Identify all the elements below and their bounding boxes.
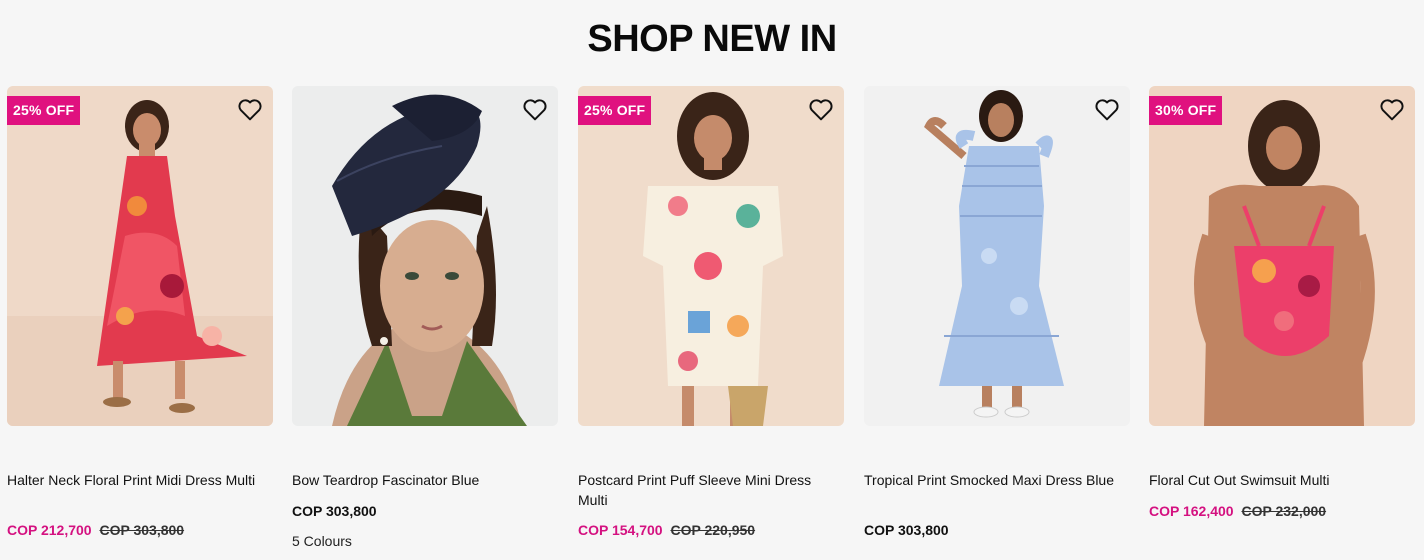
product-card[interactable]: Bow Teardrop Fascinator Blue COP 303,800…: [292, 86, 558, 560]
original-price: COP 220,950: [670, 522, 756, 538]
product-image[interactable]: [864, 86, 1130, 426]
discount-badge: 30% OFF: [1149, 96, 1223, 125]
sale-price: COP 154,700: [578, 522, 663, 538]
price-row: COP 154,700 COP 220,950: [578, 520, 755, 540]
heart-outline-icon[interactable]: [1094, 96, 1120, 122]
product-image[interactable]: [292, 86, 558, 426]
product-image[interactable]: 25% OFF: [578, 86, 844, 426]
product-image[interactable]: 25% OFF: [7, 86, 273, 426]
heart-outline-icon[interactable]: [522, 96, 548, 122]
product-name[interactable]: Floral Cut Out Swimsuit Multi: [1149, 470, 1399, 490]
original-price: COP 232,000: [1241, 503, 1327, 519]
sale-price: COP 212,700: [7, 522, 92, 538]
price-row: COP 162,400 COP 232,000: [1149, 501, 1326, 521]
price-row: COP 303,800: [864, 520, 949, 540]
heart-outline-icon[interactable]: [1379, 96, 1405, 122]
price-row: COP 212,700 COP 303,800: [7, 520, 184, 540]
product-name[interactable]: Postcard Print Puff Sleeve Mini Dress Mu…: [578, 470, 828, 510]
section-title: SHOP NEW IN: [587, 18, 837, 60]
product-name[interactable]: Halter Neck Floral Print Midi Dress Mult…: [7, 470, 257, 490]
discount-badge: 25% OFF: [578, 96, 652, 125]
price: COP 303,800: [864, 522, 949, 538]
product-name[interactable]: Tropical Print Smocked Maxi Dress Blue: [864, 470, 1114, 490]
product-card[interactable]: 25% OFF Postcard Print Puff Sleeve Mini …: [578, 86, 844, 560]
product-card[interactable]: Tropical Print Smocked Maxi Dress Blue C…: [864, 86, 1130, 560]
colour-count[interactable]: 5 Colours: [292, 531, 352, 551]
heart-outline-icon[interactable]: [237, 96, 263, 122]
price: COP 303,800: [292, 503, 377, 519]
heart-outline-icon[interactable]: [808, 96, 834, 122]
product-card[interactable]: 30% OFF Floral Cut Out Swimsuit Multi CO…: [1149, 86, 1415, 560]
product-image[interactable]: 30% OFF: [1149, 86, 1415, 426]
product-name[interactable]: Bow Teardrop Fascinator Blue: [292, 470, 542, 490]
price-row: COP 303,800: [292, 501, 377, 521]
product-card[interactable]: 25% OFF Halter Neck Floral Print Midi Dr…: [7, 86, 273, 560]
product-grid: 25% OFF Halter Neck Floral Print Midi Dr…: [7, 86, 1417, 560]
discount-badge: 25% OFF: [7, 96, 81, 125]
original-price: COP 303,800: [99, 522, 185, 538]
sale-price: COP 162,400: [1149, 503, 1234, 519]
